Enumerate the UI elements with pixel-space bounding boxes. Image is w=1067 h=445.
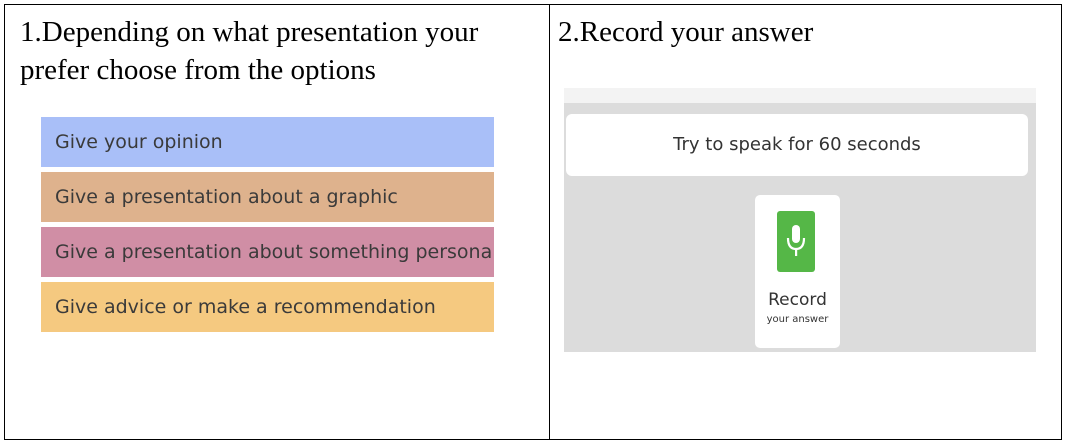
record-label: Record [768, 290, 827, 310]
panel-top-bar [564, 88, 1036, 103]
option-advice-recommendation[interactable]: Give advice or make a recommendation [41, 282, 494, 332]
record-panel: Try to speak for 60 seconds Record your … [564, 88, 1036, 352]
presentation-options: Give your opinion Give a presentation ab… [41, 117, 494, 337]
microphone-tile [777, 211, 815, 272]
step-2-title: 2.Record your answer [558, 16, 814, 48]
speaking-prompt: Try to speak for 60 seconds [566, 114, 1028, 176]
record-button[interactable]: Record your answer [755, 195, 840, 348]
record-sublabel: your answer [766, 314, 829, 325]
option-personal-presentation[interactable]: Give a presentation about something pers… [41, 227, 494, 277]
column-divider [549, 5, 550, 439]
microphone-icon [786, 225, 806, 256]
option-give-opinion[interactable]: Give your opinion [41, 117, 494, 167]
step-1-title: 1.Depending on what presentation your pr… [20, 16, 479, 86]
option-graphic-presentation[interactable]: Give a presentation about a graphic [41, 172, 494, 222]
